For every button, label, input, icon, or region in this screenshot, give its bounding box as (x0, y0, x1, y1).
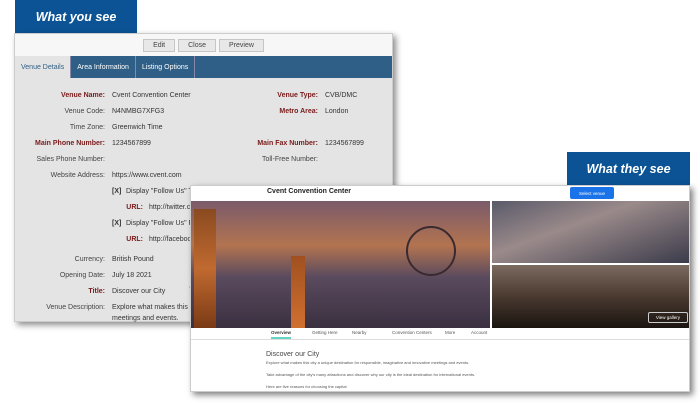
metro-area-value: London (325, 108, 349, 115)
follow2-url-label: URL: (126, 236, 143, 243)
site-tab-convention-centers[interactable]: Convention Centers (392, 330, 432, 335)
description-value: Explore what makes this c (112, 304, 194, 311)
site-tab-more[interactable]: More (445, 330, 455, 335)
follow1-url-label: URL: (126, 204, 143, 211)
view-gallery-button[interactable]: View gallery (647, 312, 688, 323)
website-label: Website Address: (50, 172, 105, 179)
time-zone-value: Greenwich Time (112, 124, 163, 131)
content-paragraph: Take advantage of the city's many attrac… (266, 372, 476, 377)
venue-code-label: Venue Code: (64, 108, 105, 115)
hero-image-london[interactable] (191, 201, 490, 328)
venue-preview-page: Cvent Convention Center Select venue Vie… (190, 185, 690, 392)
main-fax-value: 1234567899 (325, 140, 364, 147)
gallery-image-river[interactable] (492, 201, 689, 263)
content-heading: Discover our City (266, 351, 320, 358)
site-tab-overview[interactable]: Overview (271, 330, 292, 339)
close-button[interactable]: Close (178, 38, 217, 52)
opening-date-value: July 18 2021 (112, 272, 152, 279)
preview-button[interactable]: Preview (219, 38, 264, 52)
follow1-text: Display "Follow Us" T (126, 188, 193, 195)
what-they-see-label: What they see (567, 152, 690, 185)
edit-button[interactable]: Edit (143, 38, 176, 52)
site-tab-getting-here[interactable]: Getting Here (312, 330, 338, 335)
site-tab-nearby[interactable]: Nearby (352, 330, 367, 335)
description-value-line2: meetings and events. (112, 315, 179, 322)
venue-type-label: Venue Type: (277, 92, 318, 99)
tab-listing-options[interactable]: Listing Options (136, 56, 196, 78)
site-title: Cvent Convention Center (267, 188, 352, 195)
sales-phone-label: Sales Phone Number: (36, 156, 105, 163)
content-paragraph: Here are five reasons for choosing the c… (266, 384, 347, 389)
title-value: Discover our City (112, 288, 166, 295)
overview-content: Discover our City Explore what makes thi… (266, 351, 566, 391)
venue-type-value: CVB/DMC (325, 92, 358, 99)
currency-value: British Pound (112, 256, 154, 263)
title-label: Title: (88, 288, 105, 295)
venue-name-label: Venue Name: (61, 92, 105, 99)
follow1-url-value: http://twitter.c (149, 204, 191, 211)
main-phone-label: Main Phone Number: (34, 140, 105, 147)
main-phone-value: 1234567899 (112, 140, 151, 147)
time-zone-label: Time Zone: (69, 124, 105, 131)
description-label: Venue Description: (46, 304, 105, 311)
opening-date-label: Opening Date: (59, 272, 105, 279)
big-ben-shape (194, 209, 216, 328)
follow2-url-value: http://faceboo (149, 236, 192, 243)
site-tabs: Overview Getting Here Nearby Convention … (191, 328, 689, 340)
metro-area-label: Metro Area: (279, 108, 318, 115)
toll-free-label: Toll-Free Number: (261, 156, 318, 163)
select-venue-button[interactable]: Select venue (570, 187, 614, 199)
venue-code-value: N4NMBG7XFG3 (112, 108, 165, 115)
toolbar: Edit Close Preview (15, 34, 392, 56)
gallery-image-hall[interactable]: View gallery (492, 265, 689, 328)
follow2-checkbox: [X] (112, 220, 122, 227)
main-fax-label: Main Fax Number: (257, 140, 318, 147)
tab-area-information[interactable]: Area Information (71, 56, 136, 78)
currency-label: Currency: (74, 256, 105, 263)
spire-shape (291, 256, 305, 328)
what-you-see-label: What you see (15, 0, 137, 33)
site-tab-account[interactable]: Account (471, 330, 487, 335)
venue-name-value: Cvent Convention Center (112, 92, 191, 99)
admin-tabs: Venue Details Area Information Listing O… (15, 56, 392, 78)
london-eye-shape (406, 226, 456, 276)
follow1-checkbox: [X] (112, 188, 122, 195)
content-paragraph: Explore what makes this city a unique de… (266, 360, 470, 365)
follow2-text: Display "Follow Us" F (126, 220, 193, 227)
tab-venue-details[interactable]: Venue Details (15, 56, 72, 78)
website-value: https://www.cvent.com (112, 172, 182, 179)
